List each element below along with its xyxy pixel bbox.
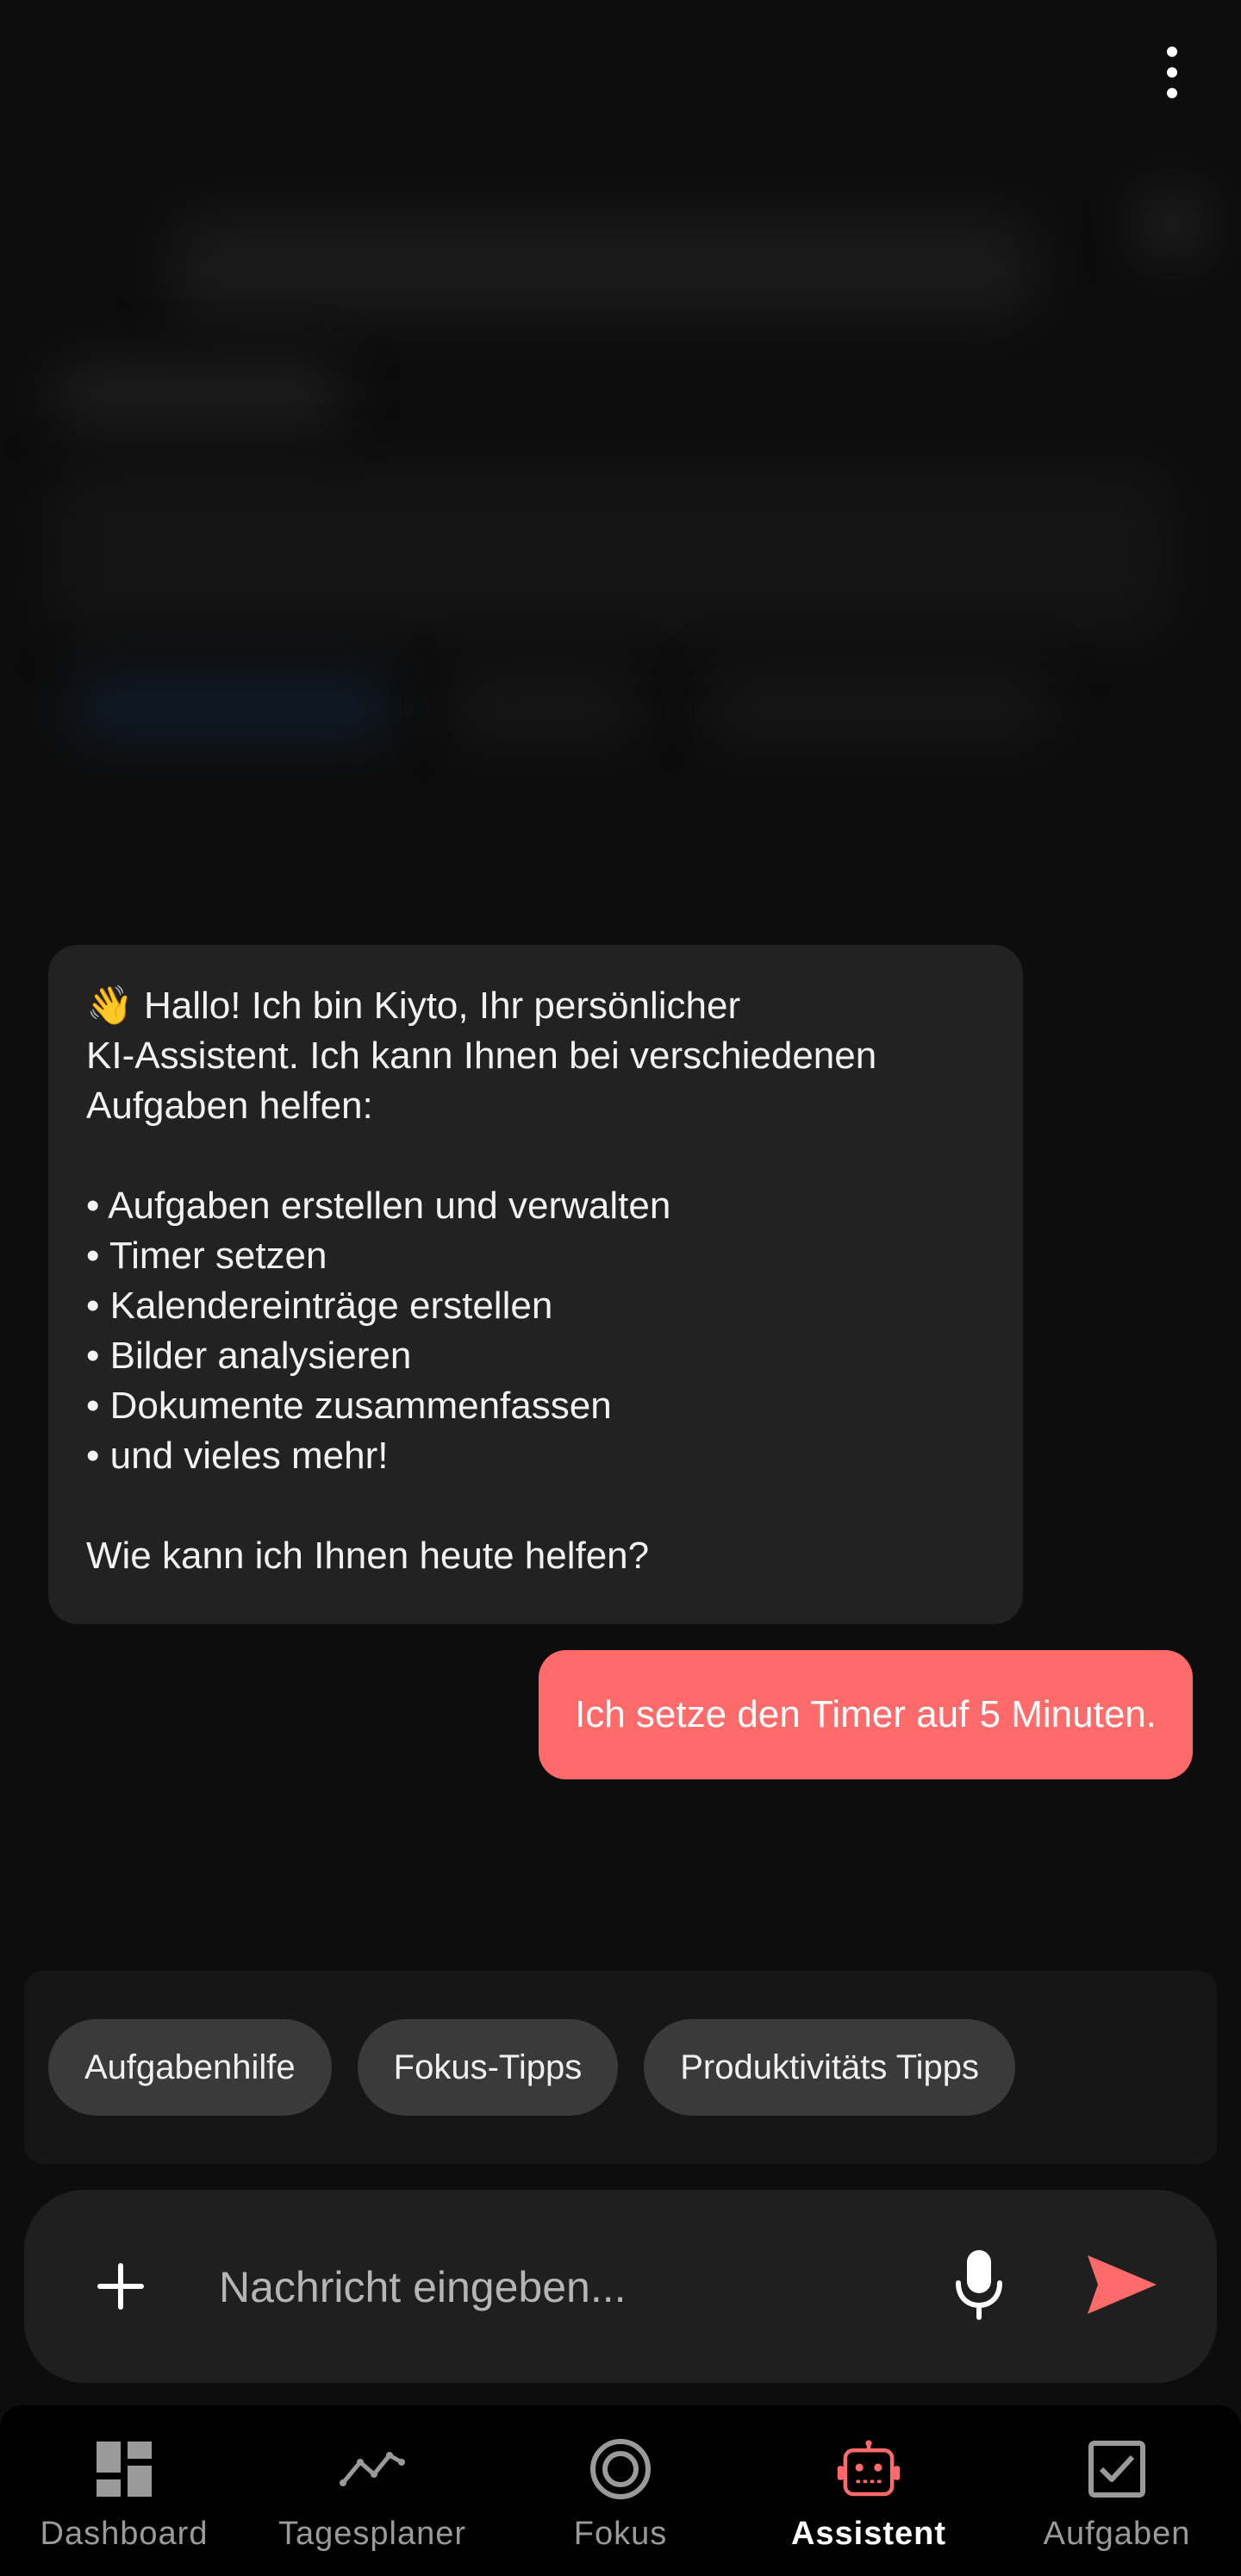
nav-label: Assistent [790,2516,947,2552]
nav-label: Dashboard [40,2516,209,2552]
chip-produktivitaets-tipps[interactable]: Produktivitäts Tipps [644,2019,1016,2116]
nav-item-dashboard[interactable]: Dashboard [0,2405,248,2576]
nav-item-aufgaben[interactable]: Aufgaben [993,2405,1241,2576]
message-input[interactable] [217,2238,893,2336]
background-blur [1138,190,1207,259]
background-blur [69,672,396,741]
message-line [86,1481,985,1531]
plus-icon[interactable] [86,2252,155,2321]
background-blur [172,216,1034,319]
nav-item-tagesplaner[interactable]: Tagesplaner [248,2405,496,2576]
more-vertical-icon[interactable] [1155,38,1189,107]
menu-dot [1167,47,1177,57]
send-icon[interactable] [1081,2243,1163,2326]
microphone-icon[interactable] [945,2245,1013,2328]
user-message: Ich setze den Timer auf 5 Minuten. [538,1650,1193,1779]
message-composer [24,2190,1217,2383]
nav-label: Tagesplaner [278,2516,467,2552]
bottom-navigation: Dashboard Tagesplaner Fokus Assistent Au… [0,2405,1241,2576]
message-line: Wie kann ich Ihnen heute helfen? [86,1535,650,1577]
message-line: • Bilder analysieren [86,1335,412,1377]
background-blur [52,362,345,431]
nav-label: Fokus [573,2516,668,2552]
background-blur [448,672,638,741]
menu-dot [1167,67,1177,78]
menu-dot [1167,88,1177,98]
message-line: • und vieles mehr! [86,1435,389,1477]
message-line: Aufgaben helfen: [86,1085,373,1127]
trend-line-icon [340,2436,405,2502]
nav-item-assistent[interactable]: Assistent [745,2405,993,2576]
message-line: 👋 Hallo! Ich bin Kiyto, Ihr persönlicher [86,985,741,1027]
message-line: • Kalendereinträge erstellen [86,1285,553,1327]
message-line: • Timer setzen [86,1235,327,1277]
chip-fokus-tipps[interactable]: Fokus-Tipps [357,2019,619,2116]
nav-label: Aufgaben [1043,2516,1191,2552]
assistant-screen: 👋 Hallo! Ich bin Kiyto, Ihr persönlicher… [0,0,1241,2576]
message-line: • Aufgaben erstellen und verwalten [86,1185,671,1227]
robot-icon [836,2436,901,2502]
nav-item-fokus[interactable]: Fokus [496,2405,745,2576]
message-line: KI-Assistent. Ich kann Ihnen bei verschi… [86,1035,877,1077]
background-blur [707,672,1051,741]
suggestion-chips: Aufgabenhilfe Fokus-Tipps Produktivitäts… [24,1971,1217,2164]
background-blur [52,466,1172,638]
message-line: • Dokumente zusammenfassen [86,1385,612,1427]
assistant-message: 👋 Hallo! Ich bin Kiyto, Ihr persönlicher… [48,945,1023,1624]
target-icon [588,2436,653,2502]
chip-aufgabenhilfe[interactable]: Aufgabenhilfe [48,2019,332,2116]
checkbox-icon [1084,2436,1150,2502]
dashboard-icon [91,2436,157,2502]
message-line [86,1131,985,1181]
